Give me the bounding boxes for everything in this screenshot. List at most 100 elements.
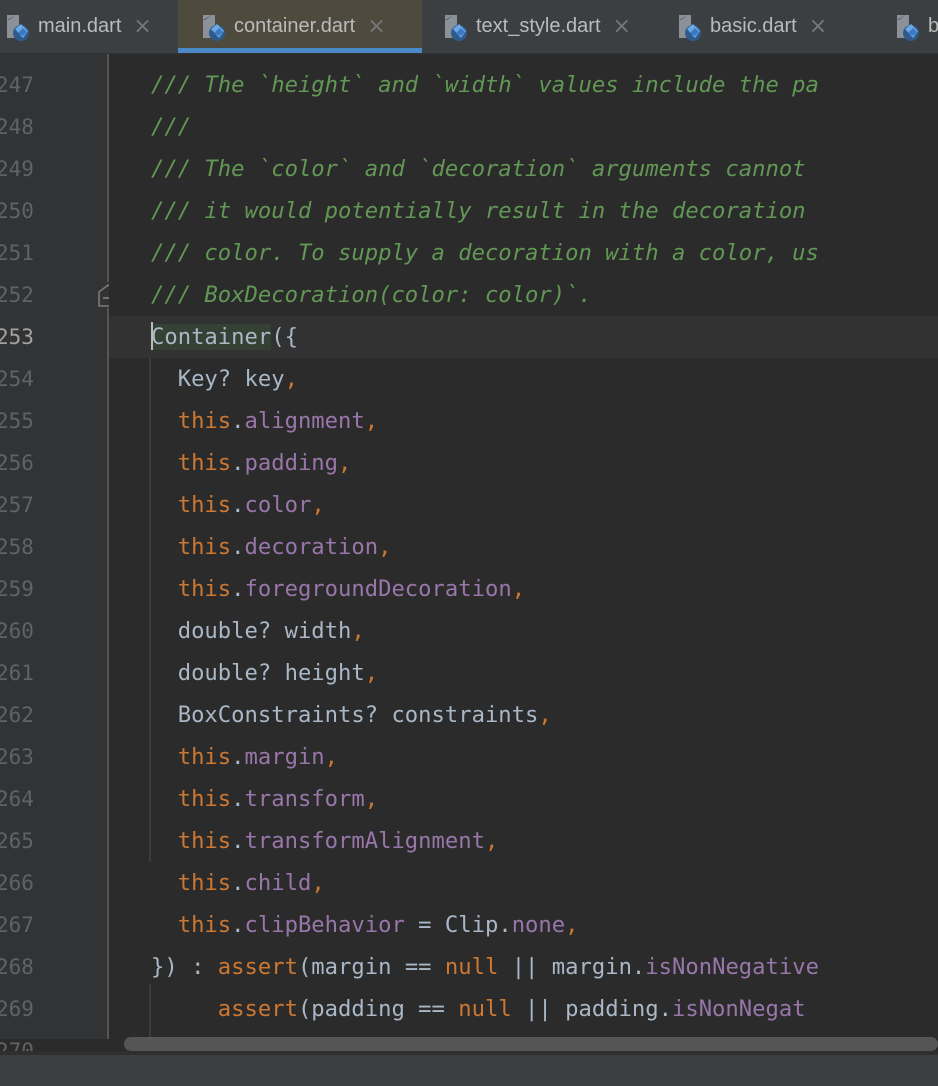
code-token: = Clip. [404,912,512,938]
code-token: . [231,576,245,602]
code-token: double? height [151,660,365,686]
tab-main-dart[interactable]: main.dart × [0,0,178,53]
line-number-gutter[interactable]: 247 248 249 250 251 252 253 254 255 256 257 258 259 2… [0,54,108,1063]
code-token: /// The `height` and `width` values incl… [151,72,819,98]
close-icon[interactable]: × [367,14,385,39]
code-line: this.foregroundDecoration, [151,568,525,610]
dart-file-icon [674,12,704,42]
tab-label: text_style.dart [476,15,601,37]
code-line: assert(padding == null || padding.isNonN… [151,988,806,1030]
code-token: isNonNegat [671,996,806,1022]
code-editor[interactable]: /// The `height` and `width` values incl… [109,54,938,1039]
code-token: . [231,828,245,854]
code-line: /// color. To supply a decoration with a… [151,232,819,274]
line-number: 248 [0,115,34,139]
line-number: 254 [0,367,34,391]
code-token: , [565,912,579,938]
line-number: 258 [0,535,34,559]
tab-text-style-dart[interactable]: text_style.dart × [422,0,666,53]
line-number: 256 [0,451,34,475]
close-icon[interactable]: × [133,14,151,39]
editor-tab-bar: main.dart × container.dart × text_style.… [0,0,938,54]
code-token: , [378,534,392,560]
tab-overflow[interactable]: b [866,0,938,53]
close-icon[interactable]: × [613,14,631,39]
line-number: 262 [0,703,34,727]
code-line: Key? key, [151,358,298,400]
code-line: this.transformAlignment, [151,820,499,862]
line-number: 260 [0,619,34,643]
close-icon[interactable]: × [809,14,827,39]
line-number: 261 [0,661,34,685]
code-token: padding [244,450,339,476]
line-number: 267 [0,913,34,937]
code-token: none [511,912,566,938]
code-token: child [244,870,312,896]
code-token: || margin. [498,954,646,980]
code-token: this [151,576,232,602]
code-token: , [284,366,298,392]
code-line: /// The `height` and `width` values incl… [151,64,819,106]
line-number: 266 [0,871,34,895]
code-line: this.color, [151,484,325,526]
code-token: double? width [151,618,352,644]
code-token: . [231,492,245,518]
code-token: foregroundDecoration [244,576,512,602]
code-token: color [244,492,312,518]
code-token: /// [151,114,192,140]
code-token: , [338,450,352,476]
dart-file-icon [198,12,228,42]
code-token: null [444,954,499,980]
code-token: . [231,450,245,476]
code-token: || padding. [511,996,672,1022]
code-token: this [151,534,232,560]
dart-file-icon [440,12,470,42]
tab-container-dart[interactable]: container.dart × [178,0,422,53]
line-number: 249 [0,157,34,181]
code-token: this [151,450,232,476]
code-token: , [364,786,379,812]
tab-label: container.dart [234,15,356,37]
line-number: 264 [0,787,34,811]
code-token: Container [151,324,272,350]
code-line: /// it would potentially result in the d… [151,190,806,232]
line-number: 252 [0,283,34,307]
code-token: null [458,996,512,1022]
code-token: this [151,408,232,434]
tab-label: main.dart [38,15,122,37]
code-line: /// [151,106,191,148]
code-line: this.padding, [151,442,352,484]
code-token: decoration [244,534,379,560]
dart-file-icon [892,12,922,42]
code-token: this [151,492,232,518]
code-token: alignment [244,408,365,434]
line-number: 263 [0,745,34,769]
code-token: , [511,576,526,602]
code-line: /// The `color` and `decoration` argumen… [151,148,806,190]
code-token: , [324,744,339,770]
code-token: Key? key [151,366,285,392]
code-token: (margin == [297,954,445,980]
code-token: . [231,786,245,812]
code-token: assert [217,996,298,1022]
text-cursor [151,321,153,350]
code-token: . [231,534,245,560]
tab-label: basic.dart [710,15,797,37]
tab-basic-dart[interactable]: basic.dart × [666,0,866,53]
code-line: double? width, [151,610,365,652]
code-token: . [231,408,245,434]
code-token: /// BoxDecoration(color: color)`. [151,282,592,308]
code-token: /// The `color` and `decoration` argumen… [151,156,806,182]
code-token: , [364,660,379,686]
bottom-panel [0,1055,938,1086]
code-line: this.transform, [151,778,378,820]
code-line: this.decoration, [151,526,392,568]
line-number: 269 [0,997,34,1021]
line-number: 251 [0,241,34,265]
horizontal-scrollbar[interactable] [124,1037,938,1051]
code-token: this [151,870,232,896]
code-token: BoxConstraints? constraints [151,702,539,728]
code-line: }) : assert(margin == null || margin.isN… [151,946,819,988]
code-line: Container({ [151,316,298,358]
